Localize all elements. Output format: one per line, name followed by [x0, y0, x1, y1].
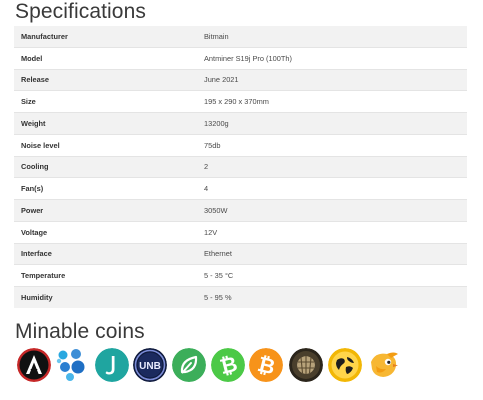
table-row: Voltage 12V	[14, 220, 467, 243]
shell-coin-icon[interactable]	[289, 348, 323, 382]
leaf-coin-icon[interactable]	[172, 348, 206, 382]
globe-coin-icon[interactable]	[328, 348, 362, 382]
table-row: Fan(s) 4	[14, 177, 467, 200]
table-row: Weight 13200g	[14, 112, 467, 135]
table-row: Interface Ethernet	[14, 242, 467, 265]
j-coin-icon[interactable]	[95, 348, 129, 382]
spec-value-voltage: 12V	[197, 220, 467, 243]
bird-coin-icon[interactable]	[367, 348, 401, 382]
unb-coin-icon[interactable]: UNB	[133, 348, 167, 382]
spec-value-release: June 2021	[197, 68, 467, 91]
spec-value-model: Antminer S19j Pro (100Th)	[197, 46, 467, 69]
spec-label-size: Size	[14, 90, 197, 113]
spec-value-manufacturer: Bitmain	[197, 26, 467, 48]
spec-label-release: Release	[14, 68, 197, 91]
spec-value-fans: 4	[197, 177, 467, 200]
spec-label-fans: Fan(s)	[14, 177, 197, 200]
dots-coin-icon[interactable]	[55, 348, 89, 382]
spec-label-interface: Interface	[14, 242, 197, 265]
specifications-table: Manufacturer Bitmain Model Antminer S19j…	[14, 26, 467, 308]
spec-label-voltage: Voltage	[14, 220, 197, 243]
table-row: Cooling 2	[14, 155, 467, 178]
spec-label-manufacturer: Manufacturer	[14, 26, 197, 48]
table-row: Temperature 5 - 35 °C	[14, 264, 467, 287]
spec-label-model: Model	[14, 46, 197, 69]
spec-label-cooling: Cooling	[14, 155, 197, 178]
spec-label-humidity: Humidity	[14, 285, 197, 308]
spec-value-noise-level: 75db	[197, 133, 467, 156]
acoin-icon[interactable]	[17, 348, 51, 382]
bitcoin-cash-icon[interactable]: ₿	[211, 348, 245, 382]
page: Specifications Manufacturer Bitmain Mode…	[0, 0, 483, 400]
table-row: Manufacturer Bitmain	[14, 26, 467, 48]
spec-label-power: Power	[14, 199, 197, 222]
spec-value-interface: Ethernet	[197, 242, 467, 265]
spec-value-cooling: 2	[197, 155, 467, 178]
unb-coin-label: UNB	[139, 361, 161, 372]
spec-value-size: 195 x 290 x 370mm	[197, 90, 467, 113]
spec-value-temperature: 5 - 35 °C	[197, 264, 467, 287]
table-row: Power 3050W	[14, 199, 467, 222]
bitcoin-icon[interactable]: ₿	[249, 348, 283, 382]
table-row: Model Antminer S19j Pro (100Th)	[14, 46, 467, 69]
table-row: Noise level 75db	[14, 133, 467, 156]
spec-label-noise-level: Noise level	[14, 133, 197, 156]
table-row: Humidity 5 - 95 %	[14, 285, 467, 308]
spec-value-power: 3050W	[197, 199, 467, 222]
specifications-heading: Specifications	[15, 0, 146, 23]
minable-coins-heading: Minable coins	[15, 320, 145, 343]
spec-value-humidity: 5 - 95 %	[197, 285, 467, 308]
spec-label-weight: Weight	[14, 112, 197, 135]
spec-label-temperature: Temperature	[14, 264, 197, 287]
table-row: Release June 2021	[14, 68, 467, 91]
minable-coins-list: UNB ₿ ₿	[17, 348, 477, 384]
table-row: Size 195 x 290 x 370mm	[14, 90, 467, 113]
spec-value-weight: 13200g	[197, 112, 467, 135]
